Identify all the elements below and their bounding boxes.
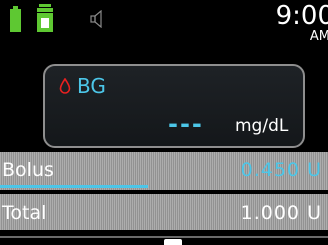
bg-label: BG	[77, 74, 106, 98]
bolus-value: 0.450 U	[241, 159, 322, 181]
bg-panel[interactable]: BG --- mg/dL	[43, 64, 305, 148]
bolus-unit: U	[307, 159, 322, 181]
total-row[interactable]: Total 1.000 U	[0, 194, 328, 230]
bolus-row[interactable]: Bolus 0.450 U	[0, 152, 328, 190]
bolus-progress-fill	[0, 185, 148, 188]
scroll-indicator	[164, 239, 182, 245]
total-unit: U	[307, 202, 322, 224]
clock-ampm: AM	[309, 29, 328, 44]
reservoir-icon	[37, 4, 53, 32]
bolus-label: Bolus	[2, 159, 54, 181]
bg-unit: mg/dL	[235, 116, 289, 136]
battery-icon	[10, 6, 21, 32]
bottom-divider	[0, 236, 328, 238]
status-bar: 9:00 AM	[0, 0, 328, 44]
bolus-progress-bar	[0, 185, 328, 188]
total-label: Total	[2, 202, 47, 224]
total-value: 1.000 U	[241, 202, 322, 224]
speaker-icon	[90, 10, 102, 28]
clock-time: 9:00	[275, 1, 328, 31]
total-amount: 1.000	[240, 202, 301, 224]
bolus-amount: 0.450	[240, 159, 301, 181]
blood-drop-icon	[59, 78, 71, 94]
bg-value: ---	[168, 110, 204, 138]
